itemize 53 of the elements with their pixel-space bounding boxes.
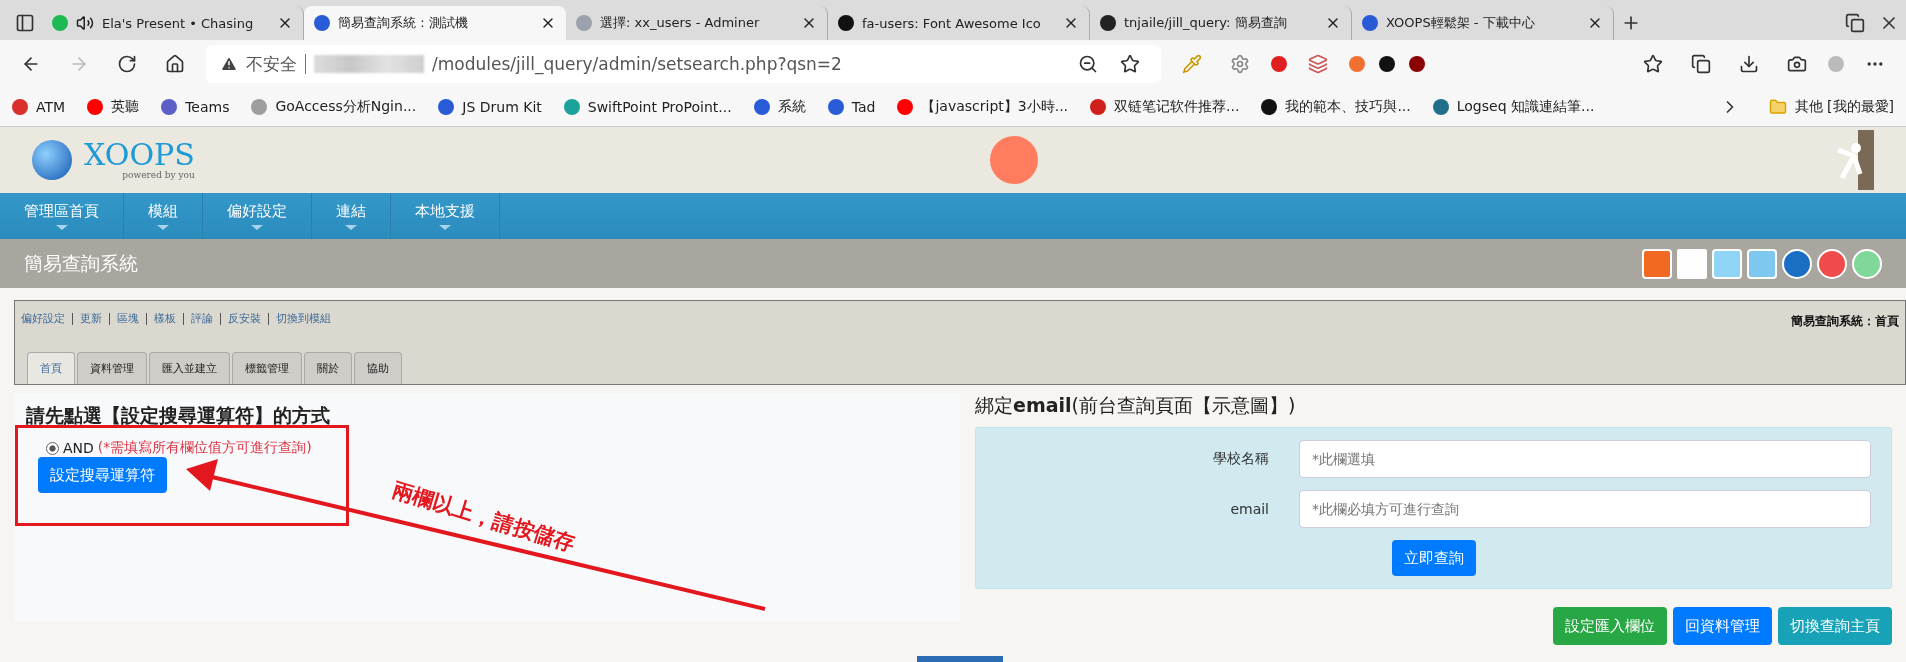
speaker-icon[interactable] [76, 14, 94, 32]
admin-link[interactable]: 反安裝 [220, 313, 268, 325]
bookmark-link[interactable]: SwiftPoint ProPoint... [563, 99, 732, 115]
admin-link[interactable]: 區塊 [109, 313, 146, 325]
admin-link[interactable]: 更新 [72, 313, 109, 325]
option-note: (*需填寫所有欄位值方可進行查詢) [97, 439, 312, 457]
section-heading: 綁定email(前台查詢頁面【示意圖】) [975, 393, 1297, 418]
folder-icon [1768, 98, 1787, 116]
bookmark-link[interactable]: 英聽 [87, 98, 140, 116]
bookmark-link[interactable]: 双链笔记软件推荐... [1090, 98, 1240, 116]
circle-icon[interactable] [1349, 56, 1365, 72]
logo-tagline: powered by you [122, 170, 195, 180]
url-text: /modules/jill_query/admin/setsearch.php?qsn=2 [432, 54, 842, 74]
address-field[interactable]: 不安全 /modules/jill_query/admin/setsearch.php?qsn=2 [206, 45, 1161, 83]
bookmark-link[interactable]: 我的範本、技巧與... [1261, 98, 1411, 116]
browser-tab[interactable]: 簡易查詢系統 : 測試機 [304, 6, 566, 40]
admin-tab[interactable]: 資料管理 [77, 352, 147, 384]
module-title: 簡易查詢系統 [24, 250, 138, 276]
section-heading: 請先點選【設定搜尋運算符】的方式 [26, 403, 331, 428]
warning-icon [220, 55, 238, 73]
option-label: AND [63, 440, 94, 456]
admin-link[interactable]: 評論 [183, 313, 220, 325]
action-button[interactable]: 回資料管理 [1673, 607, 1772, 645]
search-button[interactable]: 立即查詢 [1391, 540, 1476, 576]
bookmark-link[interactable]: 【javascript】3小時... [897, 98, 1069, 116]
bookmark-link[interactable]: Teams [161, 99, 230, 115]
field-label: email [1229, 501, 1269, 517]
admin-link[interactable]: 樣板 [146, 313, 183, 325]
bookmark-link[interactable]: 系統 [753, 98, 806, 116]
admin-tab[interactable]: 協助 [354, 352, 402, 384]
admin-tab[interactable]: 首頁 [27, 352, 75, 384]
bookmark-folder[interactable]: 其他 [我的最愛] [1768, 98, 1894, 116]
admin-tab[interactable]: 關於 [304, 352, 352, 384]
exit-icon[interactable] [1834, 130, 1874, 190]
admin-link[interactable]: 切換到模組 [268, 313, 338, 325]
admin-tab[interactable]: 匯入並建立 [149, 352, 230, 384]
breadcrumb: 簡易查詢系統：首頁 [1791, 313, 1899, 330]
logo-icon [32, 140, 72, 180]
annotation-text: 兩欄以上，請按儲存 [389, 476, 578, 558]
radio-button[interactable] [46, 441, 59, 455]
logo-text: XOOPS [84, 140, 195, 170]
admin-link[interactable]: 偏好設定 [21, 313, 72, 325]
input-field[interactable]: *此欄選填 [1299, 440, 1871, 478]
bookmark-link[interactable]: Tad [827, 99, 876, 115]
security-label: 不安全 [246, 52, 297, 76]
set-operator-button[interactable]: 設定搜尋運算符 [38, 457, 167, 493]
bookmark-link[interactable]: JS Drum Kit [438, 99, 542, 115]
bookmark-link[interactable]: GoAccess分析Ngin... [251, 98, 417, 116]
bookmark-link[interactable]: ATM [12, 99, 66, 115]
field-label: 學校名稱 [1212, 450, 1269, 468]
bookmark-link[interactable]: Logseq 知識連結筆... [1432, 98, 1595, 116]
input-field[interactable]: *此欄必填方可進行查詢 [1299, 490, 1871, 528]
admin-tab[interactable]: 標籤管理 [232, 352, 302, 384]
